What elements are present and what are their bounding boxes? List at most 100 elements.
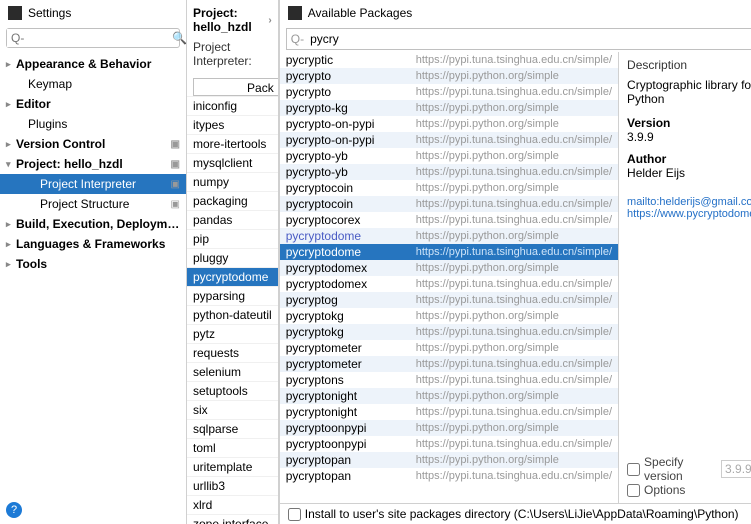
search-result-row[interactable]: pycryptonighthttps://pypi.tuna.tsinghua.… bbox=[280, 404, 618, 420]
installed-package-row[interactable]: uritemplate bbox=[187, 457, 278, 476]
installed-package-row[interactable]: pyparsing bbox=[187, 286, 278, 305]
installed-package-row[interactable]: zope.interface bbox=[187, 514, 278, 524]
result-name: pycryptonight bbox=[286, 389, 416, 403]
specify-version-input[interactable] bbox=[721, 460, 751, 478]
search-result-row[interactable]: pycryptonshttps://pypi.tuna.tsinghua.edu… bbox=[280, 372, 618, 388]
installed-package-row[interactable]: itypes bbox=[187, 115, 278, 134]
search-result-row[interactable]: pycryptopanhttps://pypi.python.org/simpl… bbox=[280, 452, 618, 468]
installed-package-row[interactable]: pip bbox=[187, 229, 278, 248]
tree-build[interactable]: ▸Build, Execution, Deployment bbox=[0, 214, 186, 234]
package-search[interactable]: Q- bbox=[286, 28, 751, 50]
search-result-row[interactable]: pycryptometerhttps://pypi.python.org/sim… bbox=[280, 340, 618, 356]
search-result-row[interactable]: pycryptohttps://pypi.python.org/simple bbox=[280, 68, 618, 84]
installed-package-row[interactable]: toml bbox=[187, 438, 278, 457]
breadcrumb: Project: hello_hzdl › bbox=[187, 0, 278, 34]
installed-package-row[interactable]: mysqlclient bbox=[187, 153, 278, 172]
tree-languages[interactable]: ▸Languages & Frameworks bbox=[0, 234, 186, 254]
installed-package-row[interactable]: packaging bbox=[187, 191, 278, 210]
search-result-row[interactable]: pycryptoghttps://pypi.tuna.tsinghua.edu.… bbox=[280, 292, 618, 308]
installed-package-row[interactable]: urllib3 bbox=[187, 476, 278, 495]
search-result-row[interactable]: pycryptodomexhttps://pypi.python.org/sim… bbox=[280, 260, 618, 276]
help-icon[interactable]: ? bbox=[6, 502, 22, 518]
installed-package-row[interactable]: python-dateutil bbox=[187, 305, 278, 324]
options-label: Options bbox=[644, 483, 685, 497]
installed-package-row[interactable]: setuptools bbox=[187, 381, 278, 400]
search-result-row[interactable]: pycryptoonpypihttps://pypi.python.org/si… bbox=[280, 420, 618, 436]
gear-icon: ▣ bbox=[171, 199, 180, 210]
tree-vcs[interactable]: ▸Version Control▣ bbox=[0, 134, 186, 154]
search-result-row[interactable]: pycryptocoinhttps://pypi.tuna.tsinghua.e… bbox=[280, 196, 618, 212]
search-result-row[interactable]: pycryptoonpypihttps://pypi.tuna.tsinghua… bbox=[280, 436, 618, 452]
tree-keymap[interactable]: Keymap bbox=[0, 74, 186, 94]
search-results-list[interactable]: pycryptic https://pypi.tuna.tsinghua.edu.… bbox=[280, 52, 619, 503]
search-result-row[interactable]: pycryptometerhttps://pypi.tuna.tsinghua.… bbox=[280, 356, 618, 372]
tree-appearance[interactable]: ▸Appearance & Behavior bbox=[0, 54, 186, 74]
tree-editor[interactable]: ▸Editor bbox=[0, 94, 186, 114]
installed-package-list[interactable]: iniconfigitypesmore-itertoolsmysqlclient… bbox=[187, 96, 278, 524]
search-result-row[interactable]: pycryptichttps://pypi.tuna.tsinghua.edu.… bbox=[280, 52, 618, 68]
search-result-row[interactable]: pycryptocorexhttps://pypi.tuna.tsinghua.… bbox=[280, 212, 618, 228]
result-source: https://pypi.tuna.tsinghua.edu.cn/simple… bbox=[416, 406, 612, 418]
result-name: pycrypto bbox=[286, 69, 416, 83]
install-to-user-row: Install to user's site packages director… bbox=[280, 503, 751, 524]
search-result-row[interactable]: pycrypto-ybhttps://pypi.python.org/simpl… bbox=[280, 148, 618, 164]
installed-package-row[interactable]: pandas bbox=[187, 210, 278, 229]
installed-package-row[interactable]: numpy bbox=[187, 172, 278, 191]
search-result-row[interactable]: pycryptopanhttps://pypi.tuna.tsinghua.ed… bbox=[280, 468, 618, 484]
search-result-row[interactable]: pycryptokghttps://pypi.tuna.tsinghua.edu… bbox=[280, 324, 618, 340]
result-source: https://pypi.python.org/simple bbox=[416, 118, 612, 130]
result-name: pycryptocorex bbox=[286, 213, 416, 227]
interpreter-label: Project Interpreter: bbox=[187, 34, 278, 74]
search-result-row[interactable]: pycrypto-on-pypihttps://pypi.tuna.tsingh… bbox=[280, 132, 618, 148]
result-source: https://pypi.python.org/simple bbox=[416, 230, 612, 242]
settings-search-input[interactable] bbox=[7, 29, 170, 47]
search-result-row[interactable]: pycryptohttps://pypi.tuna.tsinghua.edu.c… bbox=[280, 84, 618, 100]
result-name: pycrypto-on-pypi bbox=[286, 133, 416, 147]
tree-tools[interactable]: ▸Tools bbox=[0, 254, 186, 274]
author-email-link[interactable]: mailto:helderijs@gmail.com bbox=[627, 196, 751, 208]
installed-package-row[interactable]: xlrd bbox=[187, 495, 278, 514]
tree-project-structure[interactable]: Project Structure▣ bbox=[0, 194, 186, 214]
specify-version-row: Specify version bbox=[627, 455, 751, 483]
search-result-row[interactable]: pycryptodomehttps://pypi.python.org/simp… bbox=[280, 228, 618, 244]
search-result-row[interactable]: pycryptokghttps://pypi.python.org/simple bbox=[280, 308, 618, 324]
package-search-input[interactable] bbox=[308, 29, 751, 49]
search-result-row[interactable]: pycrypto-on-pypihttps://pypi.python.org/… bbox=[280, 116, 618, 132]
install-user-site-checkbox[interactable] bbox=[288, 508, 301, 521]
installed-package-row[interactable]: selenium bbox=[187, 362, 278, 381]
settings-title-bar: Settings bbox=[0, 0, 186, 26]
tree-plugins[interactable]: Plugins bbox=[0, 114, 186, 134]
installed-package-row[interactable]: requests bbox=[187, 343, 278, 362]
search-result-row[interactable]: pycrypto-ybhttps://pypi.tuna.tsinghua.ed… bbox=[280, 164, 618, 180]
installed-package-row[interactable]: six bbox=[187, 400, 278, 419]
chevron-right-icon: › bbox=[268, 15, 271, 26]
result-source: https://pypi.tuna.tsinghua.edu.cn/simple… bbox=[416, 358, 612, 370]
app-icon bbox=[288, 6, 302, 20]
result-name: pycryptopan bbox=[286, 469, 416, 483]
installed-package-row[interactable]: pytz bbox=[187, 324, 278, 343]
package-description: Cryptographic library for Python bbox=[627, 78, 751, 106]
search-result-row[interactable]: pycryptodomehttps://pypi.tuna.tsinghua.e… bbox=[280, 244, 618, 260]
installed-package-row[interactable]: more-itertools bbox=[187, 134, 278, 153]
search-result-row[interactable]: pycryptodomexhttps://pypi.tuna.tsinghua.… bbox=[280, 276, 618, 292]
result-source: https://pypi.python.org/simple bbox=[416, 262, 612, 274]
installed-package-row[interactable]: pluggy bbox=[187, 248, 278, 267]
search-icon: Q- bbox=[287, 32, 308, 46]
specify-version-checkbox[interactable] bbox=[627, 463, 640, 476]
search-result-row[interactable]: pycryptonighthttps://pypi.python.org/sim… bbox=[280, 388, 618, 404]
package-column-header: Pack bbox=[193, 78, 278, 96]
installed-package-row[interactable]: iniconfig bbox=[187, 96, 278, 115]
result-name: pycryptic bbox=[286, 53, 416, 67]
installed-package-row[interactable]: pycryptodome bbox=[187, 267, 278, 286]
search-result-row[interactable]: pycryptocoinhttps://pypi.python.org/simp… bbox=[280, 180, 618, 196]
search-result-row[interactable]: pycrypto-kghttps://pypi.python.org/simpl… bbox=[280, 100, 618, 116]
result-name: pycryptokg bbox=[286, 309, 416, 323]
result-source: https://pypi.tuna.tsinghua.edu.cn/simple… bbox=[416, 166, 612, 178]
breadcrumb-project: Project: hello_hzdl bbox=[193, 6, 265, 34]
tree-project[interactable]: ▾Project: hello_hzdl▣ bbox=[0, 154, 186, 174]
options-checkbox[interactable] bbox=[627, 484, 640, 497]
tree-project-interpreter[interactable]: Project Interpreter▣ bbox=[0, 174, 186, 194]
homepage-link[interactable]: https://www.pycryptodome.org bbox=[627, 208, 751, 220]
settings-search[interactable]: 🔍 bbox=[6, 28, 180, 48]
installed-package-row[interactable]: sqlparse bbox=[187, 419, 278, 438]
